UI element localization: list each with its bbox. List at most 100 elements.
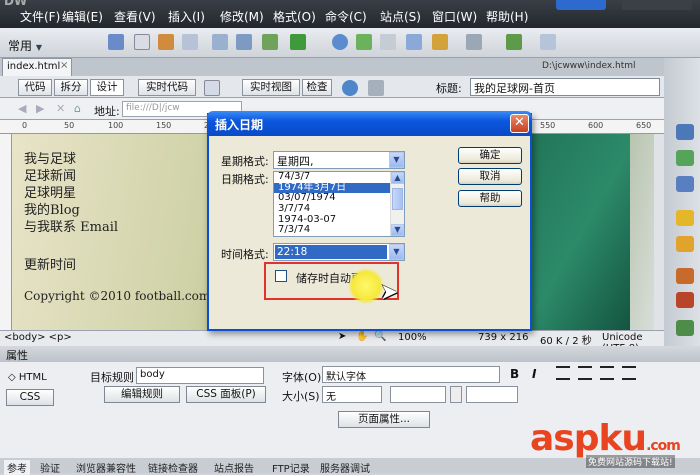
panel-css-icon[interactable] (676, 150, 694, 166)
menu-modify[interactable]: 修改(M) (220, 8, 264, 25)
css-panel-button[interactable]: CSS 面板(P) (186, 386, 266, 403)
color-swatch[interactable] (450, 386, 462, 403)
inspect-button[interactable]: 检查 (302, 79, 332, 96)
time-format-value: 22:18 (275, 245, 387, 259)
comment-icon[interactable] (406, 34, 422, 50)
image-icon[interactable] (262, 34, 278, 50)
live-code-options-icon[interactable] (204, 80, 220, 96)
nav-link-football[interactable]: 我与足球 (24, 151, 118, 168)
tag-chooser-icon[interactable] (540, 34, 556, 50)
scroll-thumb[interactable] (392, 188, 403, 210)
scroll-up-icon[interactable]: ▲ (391, 172, 404, 184)
search-help-box[interactable] (622, 0, 692, 10)
properties-header[interactable]: 属性 (0, 346, 700, 362)
cancel-button[interactable]: 取消 (458, 168, 522, 185)
panel-assets-icon[interactable] (676, 236, 694, 252)
date-list-scrollbar[interactable]: ▲ ▼ (390, 172, 404, 236)
chevron-down-icon[interactable]: ▼ (389, 244, 404, 260)
scroll-down-icon[interactable]: ▼ (391, 224, 404, 236)
menu-view[interactable]: 查看(V) (114, 8, 156, 25)
split-view-button[interactable]: 拆分 (54, 79, 88, 96)
panel-files-icon[interactable] (676, 210, 694, 226)
horizontal-rule-icon[interactable] (182, 34, 198, 50)
panel-behaviors-icon[interactable] (676, 292, 694, 308)
design-scrollbar[interactable] (654, 134, 664, 330)
server-side-include-icon[interactable] (380, 34, 396, 50)
nav-link-contact[interactable]: 与我联系 Email (24, 219, 118, 236)
edit-rule-button[interactable]: 编辑规则 (104, 386, 180, 403)
div-icon[interactable] (236, 34, 252, 50)
menu-edit[interactable]: 编辑(E) (62, 8, 103, 25)
font-select[interactable]: 默认字体 (322, 366, 500, 383)
nav-link-blog[interactable]: 我的Blog (24, 202, 118, 219)
menu-help[interactable]: 帮助(H) (486, 8, 528, 25)
media-icon[interactable] (290, 34, 306, 50)
panel-insert-icon[interactable] (676, 124, 694, 140)
window-size[interactable]: 739 x 216 (478, 332, 528, 343)
code-view-button[interactable]: 代码 (18, 79, 52, 96)
align-left-icon[interactable] (556, 366, 570, 380)
live-view-button[interactable]: 实时视图 (242, 79, 300, 96)
panel-ap-elements-icon[interactable] (676, 176, 694, 192)
size-select[interactable]: 无 (322, 386, 382, 403)
nav-link-news[interactable]: 足球新闻 (24, 168, 118, 185)
nav-link-stars[interactable]: 足球明星 (24, 185, 118, 202)
insert-category-select[interactable]: 常用 ▼ (8, 37, 42, 54)
title-input[interactable]: 我的足球网-首页 (470, 78, 660, 96)
target-rule-select[interactable]: body (136, 367, 264, 384)
ok-button[interactable]: 确定 (458, 147, 522, 164)
css-mode-button[interactable]: CSS (6, 389, 54, 406)
refresh-icon[interactable]: ✕ (56, 102, 65, 115)
calendar-icon[interactable] (356, 34, 372, 50)
design-view-button[interactable]: 设计 (90, 79, 124, 96)
forward-arrow-icon[interactable]: ▶ (36, 102, 44, 115)
panel-snippets-icon[interactable] (676, 268, 694, 284)
size-unit-select[interactable] (390, 386, 446, 403)
head-icon[interactable] (432, 34, 448, 50)
weekday-format-select[interactable]: 星期四, ▼ (273, 151, 405, 169)
menu-bar: DW 文件(F) 编辑(E) 查看(V) 插入(I) 修改(M) 格式(O) 命… (0, 0, 700, 28)
table-icon[interactable] (212, 34, 228, 50)
select-tool-icon[interactable]: ➤ (338, 331, 346, 342)
date-format-option[interactable]: 7/3/74 (274, 225, 404, 236)
dialog-title-bar[interactable]: 插入日期 (207, 111, 532, 136)
italic-button[interactable]: I (532, 367, 536, 381)
close-icon[interactable]: ✕ (510, 114, 529, 133)
date-format-list[interactable]: 74/3/7 1974年3月7日 03/07/1974 3/7/74 1974-… (273, 171, 405, 237)
html-mode-button[interactable]: ◇ HTML (8, 372, 47, 383)
page-properties-button[interactable]: 页面属性... (338, 411, 430, 428)
template-icon[interactable] (506, 34, 522, 50)
hyperlink-icon[interactable] (108, 34, 124, 50)
panel-tag-inspector-icon[interactable] (676, 320, 694, 336)
visual-aids-icon[interactable] (368, 80, 384, 96)
tag-selector[interactable]: <body> <p> (4, 332, 72, 343)
zoom-select[interactable]: 100% (398, 332, 427, 343)
back-arrow-icon[interactable]: ◀ (18, 102, 26, 115)
live-code-button[interactable]: 实时代码 (138, 79, 196, 96)
date-icon[interactable] (332, 34, 348, 50)
auto-update-checkbox[interactable] (275, 270, 287, 282)
menu-site[interactable]: 站点(S) (380, 8, 421, 25)
chevron-down-icon[interactable]: ▼ (389, 152, 404, 168)
menu-file[interactable]: 文件(F) (20, 8, 60, 25)
menu-command[interactable]: 命令(C) (325, 8, 367, 25)
close-tab-icon[interactable]: × (60, 60, 68, 71)
color-input[interactable] (466, 386, 518, 403)
align-center-icon[interactable] (578, 366, 592, 380)
hand-tool-icon[interactable]: ✋ (356, 331, 368, 342)
menu-format[interactable]: 格式(O) (273, 8, 316, 25)
home-icon[interactable]: ⌂ (74, 102, 81, 115)
preview-in-browser-icon[interactable] (342, 80, 358, 96)
script-icon[interactable] (466, 34, 482, 50)
bold-button[interactable]: B (510, 367, 519, 381)
workspace-switcher[interactable] (556, 0, 606, 10)
menu-insert[interactable]: 插入(I) (168, 8, 205, 25)
align-justify-icon[interactable] (622, 366, 636, 380)
align-right-icon[interactable] (600, 366, 614, 380)
email-link-icon[interactable] (134, 34, 150, 50)
zoom-tool-icon[interactable]: 🔍 (374, 331, 386, 342)
menu-window[interactable]: 窗口(W) (432, 8, 477, 25)
help-button[interactable]: 帮助 (458, 190, 522, 207)
time-format-select[interactable]: 22:18 ▼ (273, 243, 405, 261)
named-anchor-icon[interactable] (158, 34, 174, 50)
